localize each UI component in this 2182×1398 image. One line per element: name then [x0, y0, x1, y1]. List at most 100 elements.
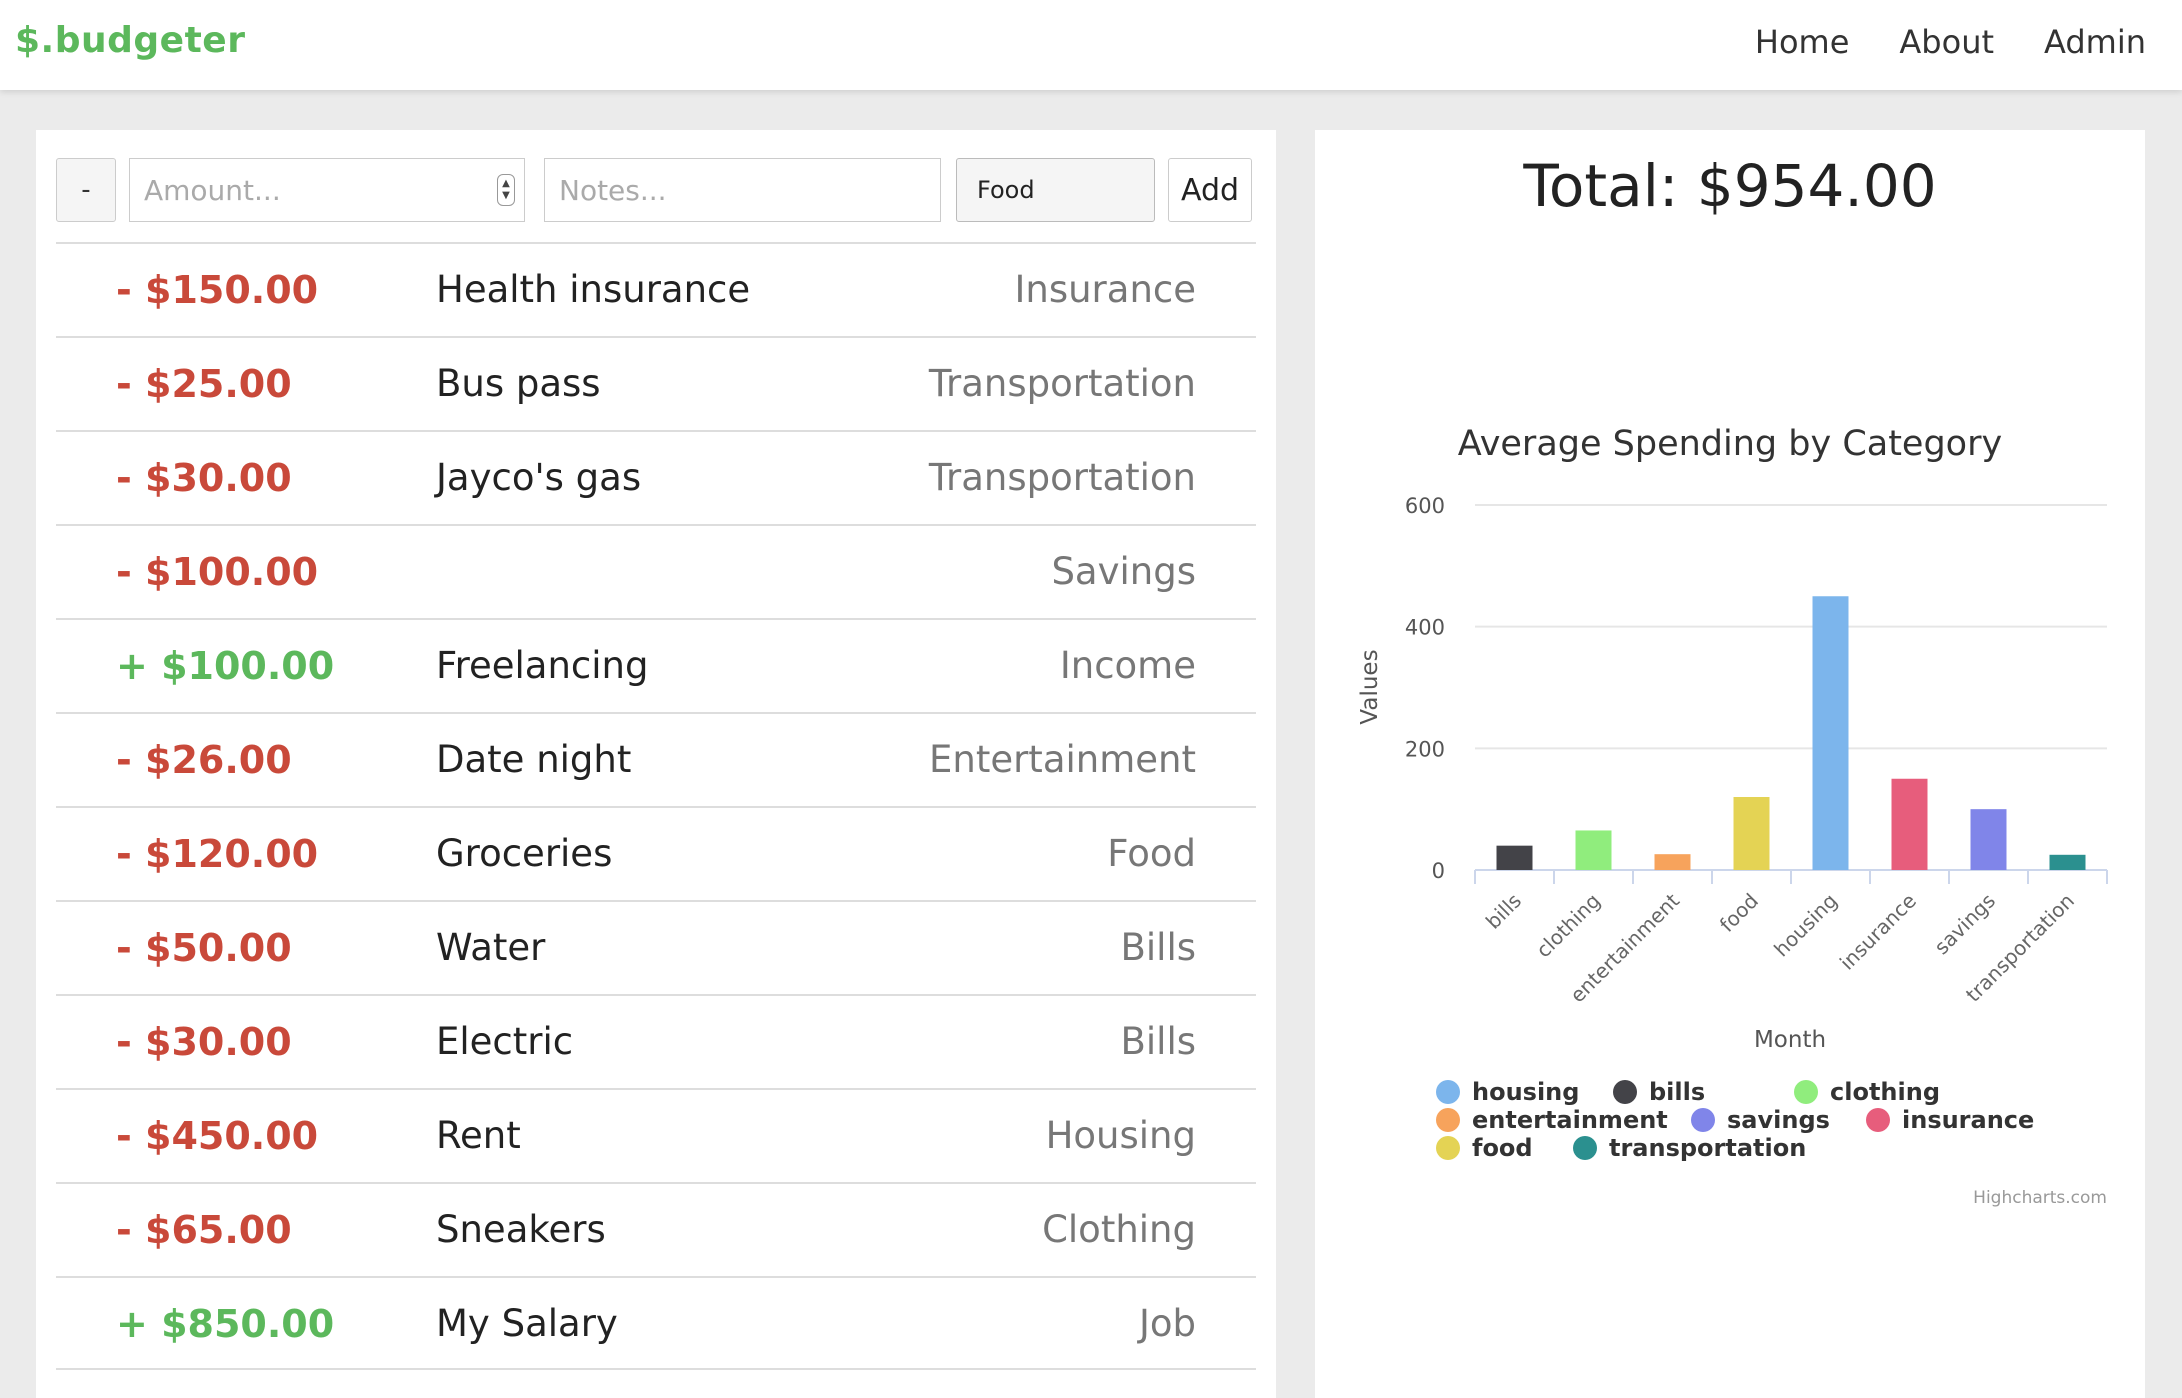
brand-logo[interactable]: $.budgeter — [15, 20, 245, 61]
transaction-category: Income — [1059, 644, 1196, 687]
y-tick-label: 0 — [1432, 859, 1445, 883]
chart-title: Average Spending by Category — [1458, 424, 2002, 464]
bar-savings — [1970, 809, 2007, 870]
transaction-row[interactable]: - $120.00 Groceries Food — [56, 806, 1256, 900]
legend-item: clothing — [1830, 1078, 1940, 1106]
nav-link-admin[interactable]: Admin — [2044, 23, 2146, 61]
transaction-row[interactable]: - $450.00 Rent Housing — [56, 1088, 1256, 1182]
transaction-category: Job — [1138, 1302, 1196, 1345]
transaction-amount: - $25.00 — [116, 362, 292, 406]
transaction-note: My Salary — [436, 1302, 618, 1345]
amount-field-wrapper: ▲▼ — [129, 158, 525, 222]
navbar: $.budgeter Home About Admin — [0, 0, 2182, 90]
x-tick-label: food — [1715, 889, 1763, 937]
legend-item: transportation — [1609, 1134, 1806, 1162]
transaction-note: Groceries — [436, 832, 613, 875]
transaction-category: Savings — [1051, 550, 1196, 593]
transaction-amount: + $100.00 — [116, 644, 335, 688]
transaction-row[interactable]: - $65.00 Sneakers Clothing — [56, 1182, 1256, 1276]
bar-entertainment — [1654, 854, 1691, 870]
bar-food — [1733, 797, 1770, 870]
sign-toggle-button[interactable]: - — [56, 158, 116, 222]
transaction-row[interactable]: - $25.00 Bus pass Transportation — [56, 336, 1256, 430]
notes-input[interactable] — [544, 158, 941, 222]
transaction-note: Electric — [436, 1020, 574, 1063]
summary-panel: Total: $954.00 Average Spending by Categ… — [1315, 130, 2145, 1398]
x-tick-label: housing — [1769, 889, 1842, 962]
transaction-category: Transportation — [928, 362, 1196, 405]
y-tick-label: 400 — [1405, 616, 1445, 640]
transaction-row[interactable]: - $30.00 Electric Bills — [56, 994, 1256, 1088]
legend-marker-transportation — [1573, 1136, 1597, 1160]
transaction-amount: - $26.00 — [116, 738, 292, 782]
transaction-amount: - $65.00 — [116, 1208, 292, 1252]
legend-item: entertainment — [1472, 1106, 1668, 1134]
transaction-category: Insurance — [1014, 268, 1196, 311]
y-tick-label: 600 — [1405, 494, 1445, 518]
legend-item: housing — [1472, 1078, 1579, 1106]
y-axis-label: Values — [1357, 649, 1383, 724]
chart-credits: Highcharts.com — [1973, 1188, 2107, 1208]
transaction-note: Jayco's gas — [436, 456, 642, 499]
transaction-row[interactable]: - $150.00 Health insurance Insurance — [56, 242, 1256, 336]
transactions-panel: - ▲▼ Food Add - $150.00 Health insurance I… — [36, 130, 1276, 1398]
y-tick-label: 200 — [1405, 737, 1445, 761]
x-tick-label: insurance — [1835, 889, 1921, 975]
add-button[interactable]: Add — [1168, 158, 1252, 222]
x-tick-label: savings — [1929, 889, 2000, 960]
transaction-note: Water — [436, 926, 546, 969]
total-amount: Total: $954.00 — [1523, 152, 1937, 220]
amount-stepper-icon[interactable]: ▲ ▼ — [497, 174, 515, 206]
transaction-row[interactable]: + $850.00 My Salary Job — [56, 1276, 1256, 1370]
amount-input[interactable] — [129, 158, 525, 222]
transaction-note: Date night — [436, 738, 632, 781]
legend-marker-entertainment — [1436, 1108, 1460, 1132]
entry-form: - ▲▼ Food Add — [56, 154, 1256, 222]
transaction-amount: - $30.00 — [116, 1020, 292, 1064]
transaction-list: - $150.00 Health insurance Insurance - $25.… — [56, 242, 1256, 1370]
bar-insurance — [1891, 778, 1928, 870]
transaction-note: Sneakers — [436, 1208, 606, 1251]
transaction-category: Clothing — [1042, 1208, 1196, 1251]
nav-link-about[interactable]: About — [1899, 23, 1994, 61]
transaction-note: Rent — [436, 1114, 521, 1157]
bar-housing — [1812, 596, 1849, 870]
x-axis-label: Month — [1754, 1027, 1826, 1053]
transaction-amount: - $150.00 — [116, 268, 319, 312]
legend-marker-insurance — [1866, 1108, 1890, 1132]
transaction-category: Housing — [1045, 1114, 1196, 1157]
transaction-category: Transportation — [928, 456, 1196, 499]
transaction-amount: - $30.00 — [116, 456, 292, 500]
transaction-note: Freelancing — [436, 644, 649, 687]
transaction-row[interactable]: - $30.00 Jayco's gas Transportation — [56, 430, 1256, 524]
transaction-amount: - $100.00 — [116, 550, 319, 594]
legend-item: savings — [1727, 1106, 1830, 1134]
nav-links: Home About Admin — [1755, 23, 2146, 61]
bar-clothing — [1575, 830, 1612, 870]
transaction-category: Food — [1107, 832, 1196, 875]
transaction-amount: - $120.00 — [116, 832, 319, 876]
legend-marker-bills — [1613, 1080, 1637, 1104]
nav-link-home[interactable]: Home — [1755, 23, 1850, 61]
spending-chart: Average Spending by Category 0 200 400 600 Va… — [1357, 424, 2108, 1208]
transaction-note: Health insurance — [436, 268, 751, 311]
legend-marker-housing — [1436, 1080, 1460, 1104]
x-tick-label: clothing — [1531, 889, 1605, 963]
transaction-amount: - $50.00 — [116, 926, 292, 970]
bar-transportation — [2049, 854, 2086, 870]
transaction-amount: - $450.00 — [116, 1114, 319, 1158]
transaction-amount: + $850.00 — [116, 1302, 335, 1346]
bar-bills — [1496, 845, 1533, 870]
transaction-category: Entertainment — [929, 738, 1196, 781]
legend-item: insurance — [1902, 1106, 2034, 1134]
transaction-category: Bills — [1120, 926, 1197, 969]
transaction-row[interactable]: + $100.00 Freelancing Income — [56, 618, 1256, 712]
legend-marker-savings — [1691, 1108, 1715, 1132]
legend-item: bills — [1649, 1078, 1705, 1106]
legend-item: food — [1472, 1134, 1533, 1162]
transaction-note: Bus pass — [436, 362, 601, 405]
transaction-row[interactable]: - $100.00 Savings — [56, 524, 1256, 618]
transaction-row[interactable]: - $26.00 Date night Entertainment — [56, 712, 1256, 806]
transaction-row[interactable]: - $50.00 Water Bills — [56, 900, 1256, 994]
category-select[interactable]: Food — [956, 158, 1155, 222]
